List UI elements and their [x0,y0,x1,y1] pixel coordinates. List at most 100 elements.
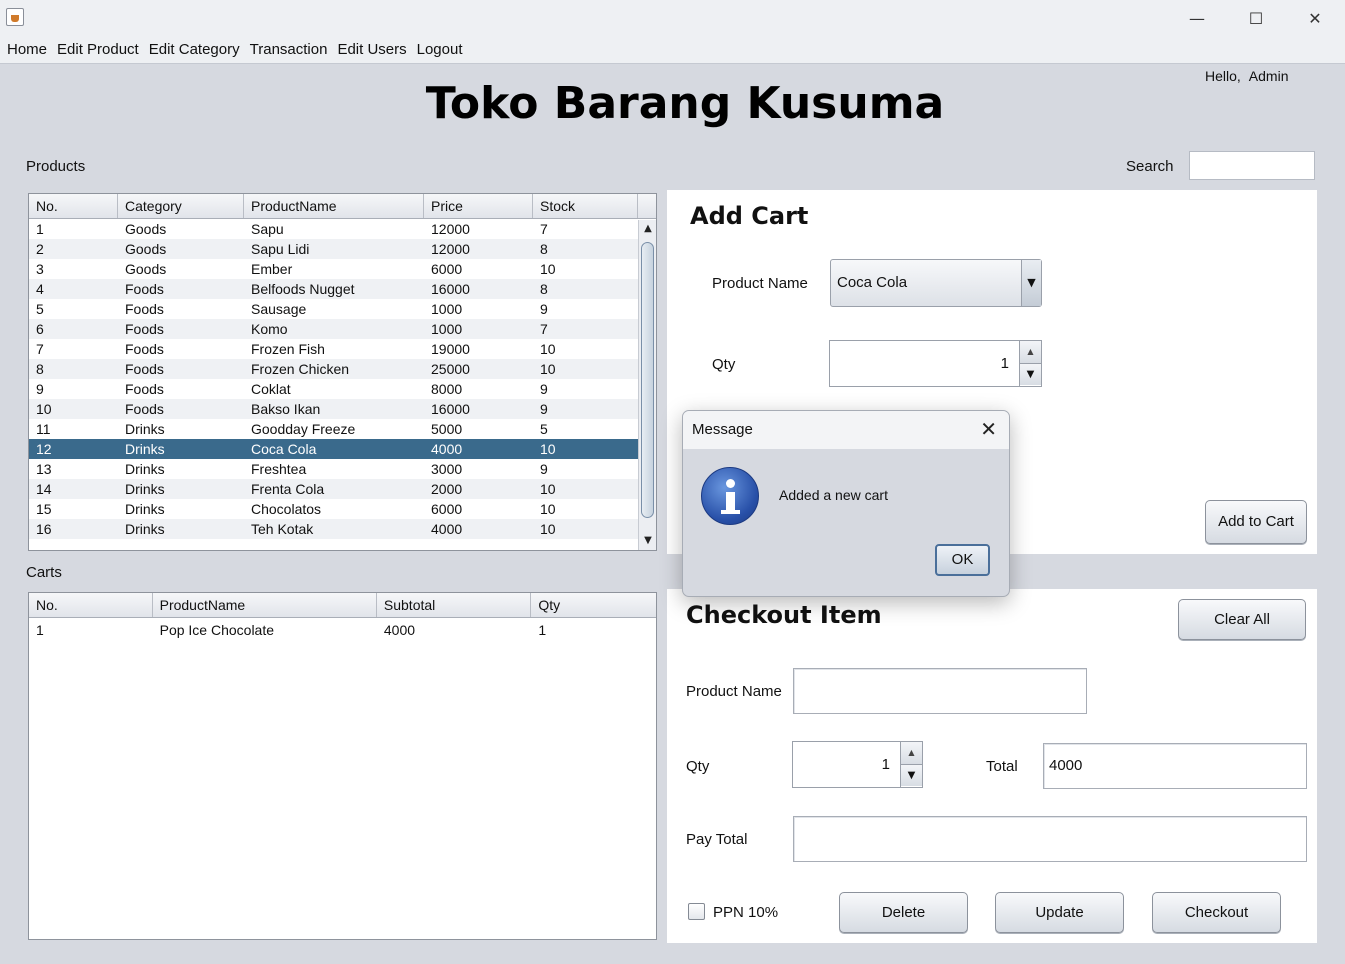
spinner-up-icon[interactable]: ▲ [901,742,922,764]
table-row[interactable]: 5 Foods Sausage 1000 9 [29,299,656,319]
menu-transaction[interactable]: Transaction [245,36,333,64]
menu-home[interactable]: Home [2,36,52,64]
pay-total-field[interactable] [793,816,1307,862]
table-row[interactable]: 14 Drinks Frenta Cola 2000 10 [29,479,656,499]
table-row[interactable]: 8 Foods Frozen Chicken 25000 10 [29,359,656,379]
column-header-category[interactable]: Category [118,194,244,218]
app-title: Toko Barang Kusuma [425,78,945,129]
table-row[interactable]: 1 Goods Sapu 12000 7 [29,219,656,239]
add-cart-qty-value[interactable]: 1 [1001,341,1009,386]
column-header-subtotal[interactable]: Subtotal [377,593,532,617]
table-row[interactable]: 3 Goods Ember 6000 10 [29,259,656,279]
table-row[interactable]: 10 Foods Bakso Ikan 16000 9 [29,399,656,419]
checkout-product-name-field[interactable] [793,668,1087,714]
cell-subtotal: 4000 [383,622,416,638]
dialog-titlebar: Message ✕ [683,411,1009,449]
search-input[interactable] [1189,151,1315,180]
cell-no: 2 [36,241,44,257]
java-app-icon [6,8,24,26]
minimize-button[interactable]: — [1168,0,1226,36]
cell-price: 3000 [431,461,463,477]
cell-no: 6 [36,321,44,337]
scrollbar-thumb[interactable] [641,242,654,518]
products-scrollbar[interactable]: ▲ ▼ [638,220,656,550]
checkout-panel: Checkout Item Clear All Product Name Qty… [667,589,1317,943]
ppn-checkbox[interactable] [688,903,705,920]
close-window-button[interactable]: ✕ [1286,0,1344,36]
cell-stock: 9 [540,301,548,317]
cell-category: Drinks [125,461,165,477]
table-row[interactable]: 2 Goods Sapu Lidi 12000 8 [29,239,656,259]
menu-edit-users[interactable]: Edit Users [332,36,411,64]
clear-all-button[interactable]: Clear All [1178,599,1306,640]
checkout-product-name-label: Product Name [686,683,782,700]
scroll-down-arrow-icon[interactable]: ▼ [639,532,656,550]
table-row[interactable]: 16 Drinks Teh Kotak 4000 10 [29,519,656,539]
delete-button[interactable]: Delete [839,892,968,933]
column-header-qty[interactable]: Qty [531,593,656,617]
menu-edit-product[interactable]: Edit Product [52,36,144,64]
cell-stock: 7 [540,221,548,237]
table-row[interactable]: 11 Drinks Goodday Freeze 5000 5 [29,419,656,439]
cell-category: Drinks [125,441,165,457]
close-icon[interactable]: ✕ [980,417,997,441]
update-button[interactable]: Update [995,892,1124,933]
spinner-buttons: ▲ ▼ [1019,341,1041,386]
column-header-stock[interactable]: Stock [533,194,638,218]
add-cart-qty-label: Qty [712,356,736,373]
checkout-button[interactable]: Checkout [1152,892,1281,933]
cell-price: 8000 [431,381,463,397]
add-cart-qty-spinner[interactable]: 1 ▲ ▼ [829,340,1042,387]
menu-edit-category[interactable]: Edit Category [144,36,245,64]
scroll-up-arrow-icon[interactable]: ▲ [639,220,656,238]
cell-price: 1000 [431,321,463,337]
checkout-qty-spinner[interactable]: 1 ▲ ▼ [792,741,923,788]
cell-category: Foods [125,381,164,397]
maximize-button[interactable]: ☐ [1227,0,1285,36]
column-header-no[interactable]: No. [29,593,153,617]
cell-productname: Goodday Freeze [251,421,356,437]
cell-price: 5000 [431,421,463,437]
column-header-price[interactable]: Price [424,194,533,218]
add-cart-heading: Add Cart [690,202,809,230]
ok-button[interactable]: OK [935,544,990,576]
cell-no: 1 [36,622,44,638]
table-row[interactable]: 15 Drinks Chocolatos 6000 10 [29,499,656,519]
window-titlebar: — ☐ ✕ [0,0,1345,36]
cell-stock: 7 [540,321,548,337]
pay-total-label: Pay Total [686,831,748,848]
menu-logout[interactable]: Logout [412,36,468,64]
cell-category: Goods [125,241,167,257]
carts-table[interactable]: No. ProductName Subtotal Qty 1 Pop Ice Ch… [28,592,657,940]
column-header-productname[interactable]: ProductName [153,593,377,617]
table-row[interactable]: 6 Foods Komo 1000 7 [29,319,656,339]
cell-no: 9 [36,381,44,397]
product-name-combobox[interactable]: Coca Cola ▼ [830,259,1042,307]
table-row[interactable]: 12 Drinks Coca Cola 4000 10 [29,439,656,459]
column-header-no[interactable]: No. [29,194,118,218]
search-label: Search [1126,158,1174,175]
cell-productname: Bakso Ikan [251,401,321,417]
products-table[interactable]: No. Category ProductName Price Stock 1 Go… [28,193,657,551]
checkout-qty-value[interactable]: 1 [882,742,890,787]
cell-category: Foods [125,341,164,357]
cell-productname: Komo [251,321,288,337]
table-row[interactable]: 1 Pop Ice Chocolate 4000 1 [29,620,656,640]
cell-stock: 9 [540,461,548,477]
spinner-down-icon[interactable]: ▼ [1020,363,1041,385]
table-row[interactable]: 13 Drinks Freshtea 3000 9 [29,459,656,479]
cell-price: 16000 [431,401,470,417]
table-row[interactable]: 9 Foods Coklat 8000 9 [29,379,656,399]
total-field[interactable]: 4000 [1043,743,1307,789]
table-row[interactable]: 7 Foods Frozen Fish 19000 10 [29,339,656,359]
column-header-productname[interactable]: ProductName [244,194,424,218]
chevron-down-icon[interactable]: ▼ [1021,260,1041,306]
spinner-up-icon[interactable]: ▲ [1020,341,1041,363]
cell-productname: Frenta Cola [251,481,325,497]
add-to-cart-button[interactable]: Add to Cart [1205,500,1307,544]
cell-stock: 9 [540,401,548,417]
table-row[interactable]: 4 Foods Belfoods Nugget 16000 8 [29,279,656,299]
spinner-down-icon[interactable]: ▼ [901,764,922,786]
cell-category: Drinks [125,421,165,437]
checkout-heading: Checkout Item [686,601,882,629]
